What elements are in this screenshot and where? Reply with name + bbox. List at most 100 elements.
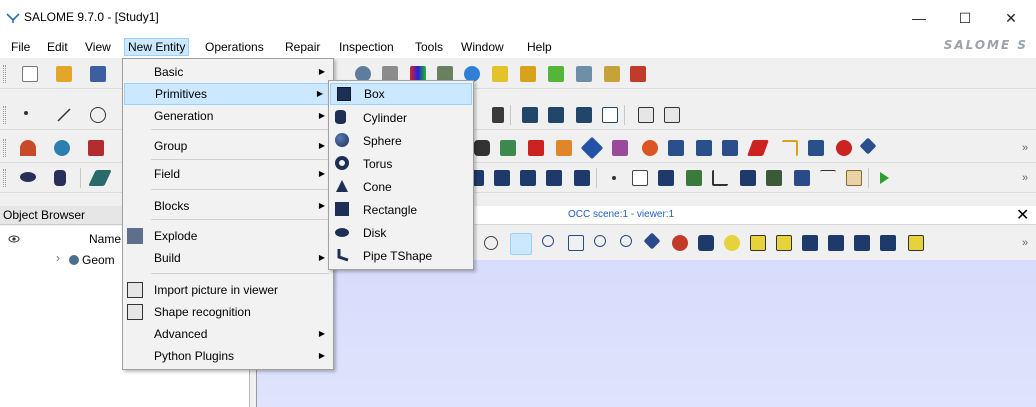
menu-item-rectangle[interactable]: Rectangle	[329, 199, 473, 221]
hexa-module-icon[interactable]	[630, 66, 646, 82]
3d-viewer-canvas[interactable]	[256, 260, 1036, 407]
bounding-box-icon[interactable]	[740, 170, 756, 186]
toolbar-handle[interactable]	[3, 169, 6, 187]
fit-all-icon[interactable]	[568, 235, 584, 251]
block-propagate-icon[interactable]	[546, 170, 562, 186]
menu-repair[interactable]: Repair	[282, 38, 323, 56]
shape-recognition-icon[interactable]	[664, 107, 680, 123]
filling-icon[interactable]	[668, 140, 684, 156]
menu-inspection[interactable]: Inspection	[336, 38, 397, 56]
new-document-icon[interactable]	[22, 66, 38, 82]
properties-icon[interactable]	[632, 170, 648, 186]
menu-new-entity[interactable]: New Entity	[124, 38, 190, 56]
sketch-module-icon[interactable]	[520, 66, 536, 82]
med-module-icon[interactable]	[604, 66, 620, 82]
arc-icon[interactable]	[20, 140, 36, 156]
open-folder-icon[interactable]	[56, 66, 72, 82]
thickness-icon[interactable]	[722, 140, 738, 156]
menu-item-group[interactable]: Group ▶	[123, 135, 333, 157]
min-distance-icon[interactable]	[766, 170, 782, 186]
viewer-toolbar-overflow-icon[interactable]: »	[1022, 237, 1028, 249]
object-browser-name-column[interactable]: Name	[89, 229, 121, 249]
normal-icon[interactable]	[712, 170, 728, 186]
menu-item-shape-recognition[interactable]: Shape recognition	[123, 301, 333, 323]
view-right-icon[interactable]	[880, 235, 896, 251]
block-hex-icon[interactable]	[494, 170, 510, 186]
visibility-eye-icon[interactable]	[8, 234, 20, 244]
maximize-button[interactable]: ☐	[942, 6, 988, 30]
menu-item-sphere[interactable]: Sphere	[329, 130, 473, 152]
menu-item-basic[interactable]: Basic ▶	[123, 61, 333, 83]
menu-item-explode[interactable]: Explode	[123, 225, 333, 247]
menu-item-python-plugins[interactable]: Python Plugins ▶	[123, 345, 333, 367]
view-top-icon[interactable]	[802, 235, 818, 251]
transform-icon[interactable]	[859, 137, 877, 155]
rotation-point-icon[interactable]	[724, 235, 740, 251]
boolean-cut-icon[interactable]	[522, 107, 538, 123]
menu-item-pipe-tshape[interactable]: Pipe TShape	[329, 245, 473, 267]
menu-item-import-picture[interactable]: Import picture in viewer	[123, 279, 333, 301]
point-icon[interactable]	[24, 111, 28, 115]
chamfer-icon[interactable]	[782, 140, 798, 156]
menu-help[interactable]: Help	[524, 38, 555, 56]
tree-expand-chevron-icon[interactable]: ›	[56, 251, 60, 265]
partition-icon[interactable]	[580, 136, 604, 160]
menu-item-advanced[interactable]: Advanced ▶	[123, 323, 333, 345]
dump-view-icon[interactable]	[542, 235, 554, 247]
fit-area-icon[interactable]	[594, 235, 606, 247]
face-icon[interactable]	[474, 140, 490, 156]
toolbar-overflow-icon[interactable]: »	[1022, 172, 1028, 184]
viewer-close-button[interactable]: ✕	[1016, 205, 1029, 225]
boolean-section-icon[interactable]	[602, 107, 618, 123]
view-bottom-icon[interactable]	[828, 235, 844, 251]
run-script-icon[interactable]	[876, 170, 892, 186]
extrusion-icon[interactable]	[612, 140, 628, 156]
block-multi-icon[interactable]	[520, 170, 536, 186]
menu-item-field[interactable]: Field ▶	[123, 163, 333, 185]
line-icon[interactable]	[56, 107, 72, 123]
menu-file[interactable]: File	[8, 38, 33, 56]
dimensions-icon[interactable]	[658, 170, 674, 186]
toolbar-overflow-icon[interactable]: »	[1022, 142, 1028, 154]
menu-item-primitives[interactable]: Primitives ▶	[124, 83, 332, 105]
menu-item-box[interactable]: Box	[330, 83, 472, 105]
menu-edit[interactable]: Edit	[44, 38, 71, 56]
minimize-button[interactable]: —	[896, 6, 942, 30]
compound-icon[interactable]	[556, 140, 572, 156]
menu-item-disk[interactable]: Disk	[329, 222, 473, 244]
global-pan-icon[interactable]	[672, 235, 688, 251]
block-explode-icon[interactable]	[574, 170, 590, 186]
menu-item-cylinder[interactable]: Cylinder	[329, 107, 473, 129]
pipe-icon[interactable]	[696, 140, 712, 156]
tolerance-icon[interactable]	[820, 170, 836, 186]
menu-operations[interactable]: Operations	[202, 38, 267, 56]
revolution-icon[interactable]	[642, 140, 658, 156]
view-back-icon[interactable]	[776, 235, 792, 251]
menu-view[interactable]: View	[82, 38, 114, 56]
shaper-module-icon[interactable]	[492, 66, 508, 82]
circle-selection-icon[interactable]	[484, 236, 498, 250]
cylinder-shape-icon[interactable]	[54, 170, 66, 186]
measure-point-icon[interactable]	[612, 176, 616, 180]
fillet-1d-icon[interactable]	[808, 140, 824, 156]
menu-window[interactable]: Window	[458, 38, 507, 56]
angle-icon[interactable]	[794, 170, 810, 186]
solid-icon[interactable]	[528, 140, 544, 156]
fillet-2d-icon[interactable]	[836, 140, 852, 156]
what-is-icon[interactable]	[846, 170, 862, 186]
pan-icon[interactable]	[643, 232, 661, 250]
shape-icon[interactable]	[88, 170, 112, 186]
view-front-icon[interactable]	[750, 235, 766, 251]
fillet-icon[interactable]	[747, 140, 769, 156]
view-iso-icon[interactable]	[908, 235, 924, 251]
disk-shape-icon[interactable]	[20, 172, 36, 182]
vector-icon[interactable]	[492, 107, 504, 123]
boolean-fuse-icon[interactable]	[548, 107, 564, 123]
picture-icon[interactable]	[638, 107, 654, 123]
save-icon[interactable]	[90, 66, 106, 82]
shell-icon[interactable]	[500, 140, 516, 156]
boolean-common-icon[interactable]	[576, 107, 592, 123]
toolbar-handle[interactable]	[3, 106, 6, 124]
menu-item-generation[interactable]: Generation ▶	[123, 105, 333, 127]
sketch-icon[interactable]	[88, 140, 104, 156]
